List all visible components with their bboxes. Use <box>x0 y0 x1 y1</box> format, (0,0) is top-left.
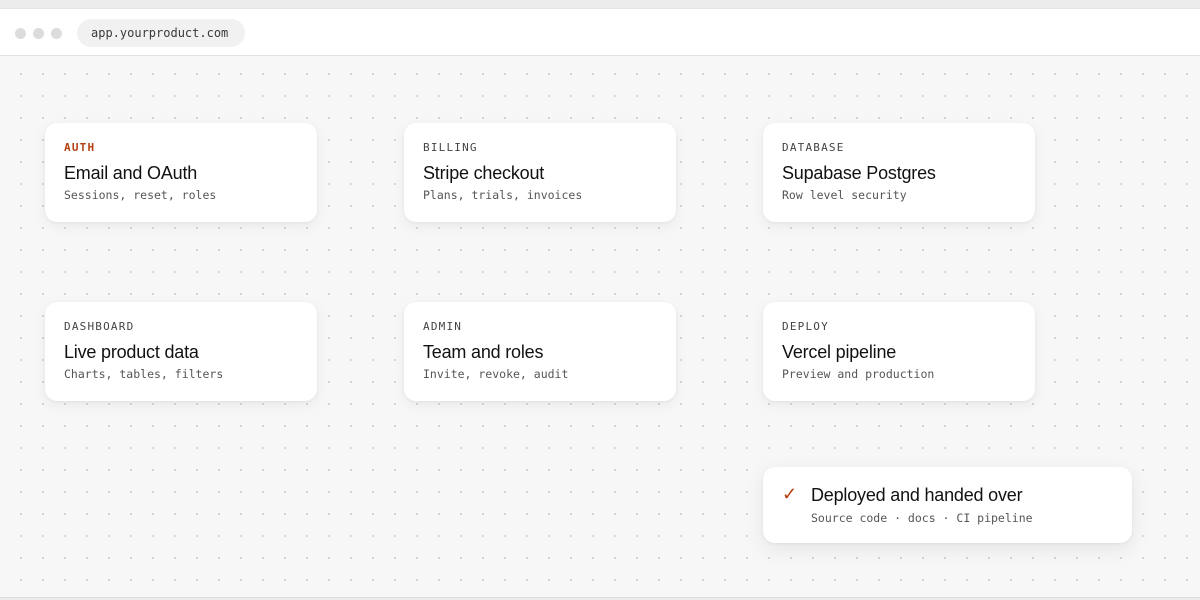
status-subtitle: Source code · docs · CI pipeline <box>811 511 1033 525</box>
card-tag: DEPLOY <box>782 320 829 333</box>
deployment-status-card: ✓ Deployed and handed over Source code ·… <box>763 467 1132 543</box>
card-subtitle: Sessions, reset, roles <box>64 188 217 202</box>
feature-card-billing[interactable]: BILLING Stripe checkout Plans, trials, i… <box>404 123 676 222</box>
browser-window: app.yourproduct.com AUTH Email and OAuth… <box>0 8 1200 598</box>
window-minimize-dot[interactable] <box>33 28 44 39</box>
card-subtitle: Invite, revoke, audit <box>423 367 569 381</box>
card-subtitle: Plans, trials, invoices <box>423 188 583 202</box>
feature-card-deploy[interactable]: DEPLOY Vercel pipeline Preview and produ… <box>763 302 1035 401</box>
feature-card-dashboard[interactable]: DASHBOARD Live product data Charts, tabl… <box>45 302 317 401</box>
feature-card-database[interactable]: DATABASE Supabase Postgres Row level sec… <box>763 123 1035 222</box>
card-tag: DATABASE <box>782 141 845 154</box>
card-title: Email and OAuth <box>64 163 198 183</box>
card-tag: ADMIN <box>423 320 463 333</box>
card-title: Live product data <box>64 342 199 362</box>
card-tag: BILLING <box>423 141 478 154</box>
window-close-dot[interactable] <box>15 28 26 39</box>
address-bar[interactable]: app.yourproduct.com <box>77 19 245 47</box>
card-title: Supabase Postgres <box>782 163 936 183</box>
card-title: Vercel pipeline <box>782 342 897 362</box>
card-title: Team and roles <box>423 342 544 362</box>
checkmark-icon: ✓ <box>782 484 798 504</box>
card-tag: DASHBOARD <box>64 320 135 333</box>
browser-titlebar: app.yourproduct.com <box>0 9 1200 56</box>
card-tag: AUTH <box>64 141 96 154</box>
feature-card-admin[interactable]: ADMIN Team and roles Invite, revoke, aud… <box>404 302 676 401</box>
card-subtitle: Charts, tables, filters <box>64 367 224 381</box>
feature-card-auth[interactable]: AUTH Email and OAuth Sessions, reset, ro… <box>45 123 317 222</box>
card-subtitle: Row level security <box>782 188 907 202</box>
card-subtitle: Preview and production <box>782 367 935 381</box>
status-title: Deployed and handed over <box>811 485 1023 505</box>
feature-canvas: AUTH Email and OAuth Sessions, reset, ro… <box>0 57 1200 597</box>
card-title: Stripe checkout <box>423 163 545 183</box>
window-maximize-dot[interactable] <box>51 28 62 39</box>
